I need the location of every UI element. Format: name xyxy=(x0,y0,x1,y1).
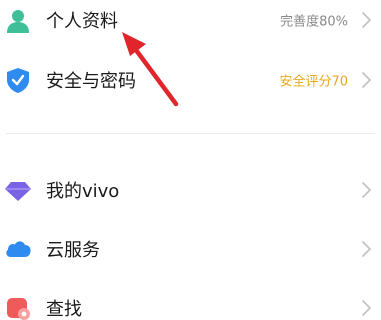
chevron-right-icon xyxy=(362,12,371,28)
menu-item-label: 我的vivo xyxy=(46,181,120,202)
menu-item-my-vivo[interactable]: 我的vivo xyxy=(0,162,381,218)
menu-item-find[interactable]: 查找 xyxy=(0,280,381,320)
chevron-right-icon xyxy=(362,241,371,257)
completeness-value: 完善度80% xyxy=(280,14,348,30)
section-divider xyxy=(6,133,375,134)
shield-check-icon xyxy=(7,68,29,93)
chevron-right-icon xyxy=(362,182,371,198)
menu-item-label: 云服务 xyxy=(46,240,100,261)
cloud-icon xyxy=(6,241,31,257)
chevron-right-icon xyxy=(362,300,371,316)
account-settings-screen: 个人资料 完善度80% 安全与密码 安全评分70 我的vivo 云服务 查找 xyxy=(0,0,381,320)
menu-item-security-password[interactable]: 安全与密码 安全评分70 xyxy=(0,52,381,108)
menu-item-cloud-service[interactable]: 云服务 xyxy=(0,221,381,277)
menu-item-personal-info[interactable]: 个人资料 完善度80% xyxy=(0,0,381,48)
find-location-icon xyxy=(7,298,30,320)
chevron-right-icon xyxy=(362,72,371,88)
menu-item-label: 安全与密码 xyxy=(46,71,136,92)
person-icon xyxy=(7,10,29,33)
menu-item-label: 查找 xyxy=(46,299,82,320)
security-score-value: 安全评分70 xyxy=(279,74,348,90)
menu-item-label: 个人资料 xyxy=(46,11,118,32)
diamond-icon xyxy=(5,182,31,201)
